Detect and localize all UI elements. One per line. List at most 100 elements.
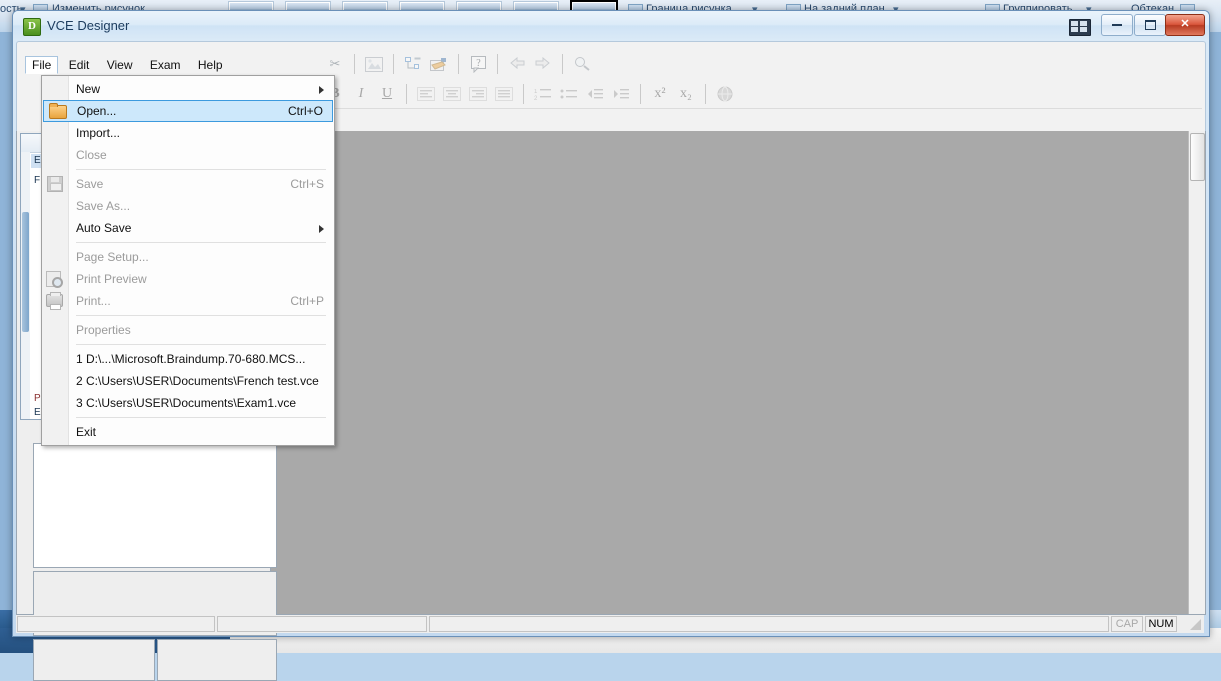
zoom-icon[interactable] — [570, 52, 594, 76]
menu-item-save: Save Ctrl+S — [42, 173, 334, 195]
menu-item-label: Properties — [76, 323, 131, 337]
window-title: VCE Designer — [47, 18, 130, 33]
numbered-list-icon[interactable]: 12 — [531, 82, 555, 106]
menu-bar: File Edit View Exam Help — [17, 56, 230, 76]
superscript-icon[interactable]: x² — [648, 82, 672, 106]
chevron-right-icon — [319, 225, 324, 233]
underline-icon[interactable]: U — [375, 82, 399, 106]
toolbar-separator — [393, 54, 394, 74]
file-menu-dropdown: New Open... Ctrl+O Import... Close Save … — [41, 75, 335, 446]
menu-help[interactable]: Help — [191, 56, 230, 74]
scrollbar-thumb[interactable] — [1190, 133, 1205, 181]
svg-text:?: ? — [476, 58, 481, 69]
toolbar-separator — [458, 54, 459, 74]
menu-item-recent-3[interactable]: 3 C:\Users\USER\Documents\Exam1.vce — [42, 392, 334, 414]
menu-item-print-preview: Print Preview — [42, 268, 334, 290]
main-vertical-scrollbar[interactable] — [1188, 131, 1205, 614]
menu-item-auto-save[interactable]: Auto Save — [42, 217, 334, 239]
menu-item-label: Auto Save — [76, 221, 132, 235]
menu-item-recent-1[interactable]: 1 D:\...\Microsoft.Braindump.70-680.MCS.… — [42, 348, 334, 370]
status-pane-3 — [429, 616, 1109, 632]
menu-item-label: Exit — [76, 425, 97, 439]
menu-separator — [76, 169, 326, 170]
tree-outline-icon[interactable] — [401, 52, 425, 76]
menu-item-label: Import... — [76, 126, 121, 140]
svg-text:2: 2 — [534, 96, 538, 101]
status-pane-2 — [217, 616, 427, 632]
options-panel-left[interactable] — [33, 639, 155, 681]
menu-edit[interactable]: Edit — [62, 56, 97, 74]
print-icon — [46, 292, 63, 310]
tree-scrollbar[interactable] — [21, 152, 30, 419]
menu-item-open[interactable]: Open... Ctrl+O — [43, 100, 333, 122]
menu-item-shortcut: Ctrl+S — [290, 177, 324, 191]
menu-item-exit[interactable]: Exit — [42, 421, 334, 443]
status-bar: CAP NUM — [16, 615, 1204, 633]
tree-item-3[interactable]: E — [31, 406, 41, 420]
align-center-icon[interactable] — [440, 82, 464, 106]
toolbar-separator — [562, 54, 563, 74]
svg-text:1: 1 — [534, 89, 538, 95]
next-icon[interactable] — [531, 52, 555, 76]
menu-item-recent-2[interactable]: 2 C:\Users\USER\Documents\French test.vc… — [42, 370, 334, 392]
toolbar-separator — [523, 84, 524, 104]
insert-image-icon[interactable] — [362, 52, 386, 76]
menu-item-shortcut: Ctrl+O — [287, 104, 323, 118]
align-left-icon[interactable] — [414, 82, 438, 106]
tree-item-1[interactable]: F — [31, 174, 40, 188]
maximize-button[interactable] — [1134, 14, 1166, 36]
tree-item-2[interactable]: P — [31, 392, 41, 406]
previous-icon[interactable] — [505, 52, 529, 76]
question-text-editor[interactable] — [33, 443, 277, 568]
resize-grip[interactable] — [1179, 616, 1203, 632]
help-icon[interactable]: ? — [466, 52, 490, 76]
menu-item-shortcut: Ctrl+P — [290, 294, 324, 308]
folder-icon — [49, 103, 67, 119]
decrease-indent-icon[interactable] — [583, 82, 607, 106]
title-bar[interactable]: D VCE Designer ✕ — [13, 11, 1209, 41]
menu-item-label: Page Setup... — [76, 250, 149, 264]
vce-designer-window: D VCE Designer ✕ File Edit View Exam Hel… — [12, 10, 1210, 681]
menu-item-label: 1 D:\...\Microsoft.Braindump.70-680.MCS.… — [76, 352, 306, 366]
options-panel-right[interactable] — [157, 639, 277, 681]
minimize-button[interactable] — [1101, 14, 1133, 36]
italic-icon[interactable]: I — [349, 82, 373, 106]
menu-item-save-as: Save As... — [42, 195, 334, 217]
toolbar-separator — [640, 84, 641, 104]
save-icon — [47, 176, 63, 192]
increase-indent-icon[interactable] — [609, 82, 633, 106]
menu-separator — [76, 315, 326, 316]
menu-separator — [76, 344, 326, 345]
cut-icon[interactable]: ✂ — [323, 52, 347, 76]
menu-item-properties: Properties — [42, 319, 334, 341]
toolbar-divider — [322, 108, 1202, 109]
menu-item-label: Close — [76, 148, 107, 162]
menu-separator — [76, 417, 326, 418]
toolbar-row-primary: ✂ ? — [322, 50, 595, 78]
app-icon: D — [23, 18, 41, 36]
close-button[interactable]: ✕ — [1165, 14, 1205, 36]
align-justify-icon[interactable] — [492, 82, 516, 106]
menu-item-label: Print... — [76, 294, 111, 308]
print-preview-icon — [46, 271, 63, 288]
menu-separator — [76, 242, 326, 243]
menu-item-label: New — [76, 82, 101, 96]
align-right-icon[interactable] — [466, 82, 490, 106]
monitor-icon — [1069, 19, 1091, 36]
menu-item-label: Save — [76, 177, 104, 191]
status-pane-1 — [17, 616, 215, 632]
toolbar-separator — [406, 84, 407, 104]
bulleted-list-icon[interactable] — [557, 82, 581, 106]
edit-exam-icon[interactable] — [427, 52, 451, 76]
hyperlink-icon[interactable] — [713, 82, 737, 106]
toolbar-separator — [354, 54, 355, 74]
menu-view[interactable]: View — [100, 56, 140, 74]
menu-item-label: Open... — [77, 104, 117, 118]
menu-item-new[interactable]: New — [42, 78, 334, 100]
menu-exam[interactable]: Exam — [143, 56, 188, 74]
menu-item-label: 3 C:\Users\USER\Documents\Exam1.vce — [76, 396, 297, 410]
chevron-right-icon — [319, 86, 324, 94]
menu-file[interactable]: File — [25, 56, 59, 74]
menu-item-import[interactable]: Import... — [42, 122, 334, 144]
subscript-icon[interactable]: x₂ — [674, 82, 698, 106]
